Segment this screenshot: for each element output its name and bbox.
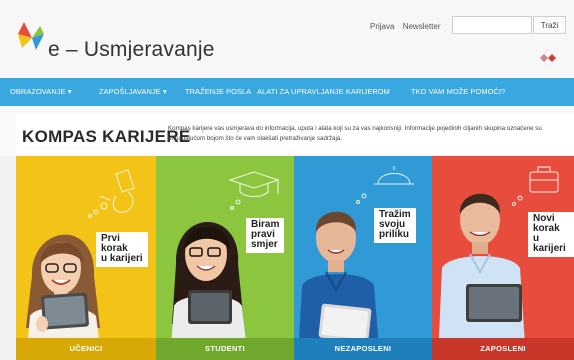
intro-section: KOMPAS KARIJERE Kompas karijere vas usmj…	[0, 106, 574, 156]
nav-trazenje-posla[interactable]: TRAŽENJE POSLA	[185, 78, 251, 106]
main-nav: OBRAZOVANJE ▾ ZAPOŠLJAVANJE ▾ TRAŽENJE P…	[0, 78, 574, 106]
panel-label-nezaposleni[interactable]: NEZAPOSLENI	[294, 338, 432, 360]
croatia-checkerboard-icon	[540, 50, 556, 66]
nav-alati[interactable]: ALATI ZA UPRAVLJANJE KARIJEROM	[257, 78, 390, 106]
site-header: e – Usmjeravanje Prijava Newsletter Traž…	[0, 0, 574, 78]
nav-obrazovanje[interactable]: OBRAZOVANJE ▾	[10, 78, 72, 106]
page-title: KOMPAS KARIJERE	[22, 127, 191, 146]
tag-nezaposleni: Tražim svoju priliku	[374, 208, 416, 243]
logo-text: e – Usmjeravanje	[48, 38, 215, 61]
intro-card: KOMPAS KARIJERE Kompas karijere vas usmj…	[16, 114, 574, 154]
top-links: Prijava Newsletter	[370, 22, 446, 31]
site-logo[interactable]: e – Usmjeravanje	[14, 20, 214, 66]
newsletter-link[interactable]: Newsletter	[403, 22, 441, 31]
panel-label-studenti[interactable]: STUDENTI	[156, 338, 294, 360]
login-link[interactable]: Prijava	[370, 22, 394, 31]
panel-ucenici[interactable]: Prvi korak u karijeri UČENICI	[16, 156, 156, 360]
tag-studenti: Biram pravi smjer	[246, 218, 285, 253]
tag-zaposleni: Novi korak u karijeri	[528, 212, 574, 257]
panel-studenti[interactable]: Biram pravi smjer STUDENTI	[156, 156, 294, 360]
panel-zaposleni[interactable]: Novi korak u karijeri ZAPOSLENI	[432, 156, 574, 360]
target-groups: Prvi korak u karijeri UČENICI Biram prav…	[16, 156, 574, 360]
job-seeker-man-illustration	[298, 211, 380, 360]
panel-nezaposleni[interactable]: Tražim svoju priliku NEZAPOSLENI	[294, 156, 432, 360]
panel-label-ucenici[interactable]: UČENICI	[16, 338, 156, 360]
student-girl-tablet-illustration	[170, 222, 248, 360]
nav-zaposljavanje[interactable]: ZAPOŠLJAVANJE ▾	[99, 78, 167, 106]
employed-man-illustration	[438, 193, 526, 360]
nav-tko-pomoci[interactable]: TKO VAM MOŽE POMOĆI?	[411, 78, 505, 106]
panel-label-zaposleni[interactable]: ZAPOSLENI	[432, 338, 574, 360]
search-input[interactable]	[452, 16, 532, 34]
intro-description: Kompas karijere vas usmjerava do informa…	[168, 125, 542, 142]
tag-ucenici: Prvi korak u karijeri	[96, 232, 148, 267]
search-button[interactable]: Traži	[533, 16, 566, 34]
